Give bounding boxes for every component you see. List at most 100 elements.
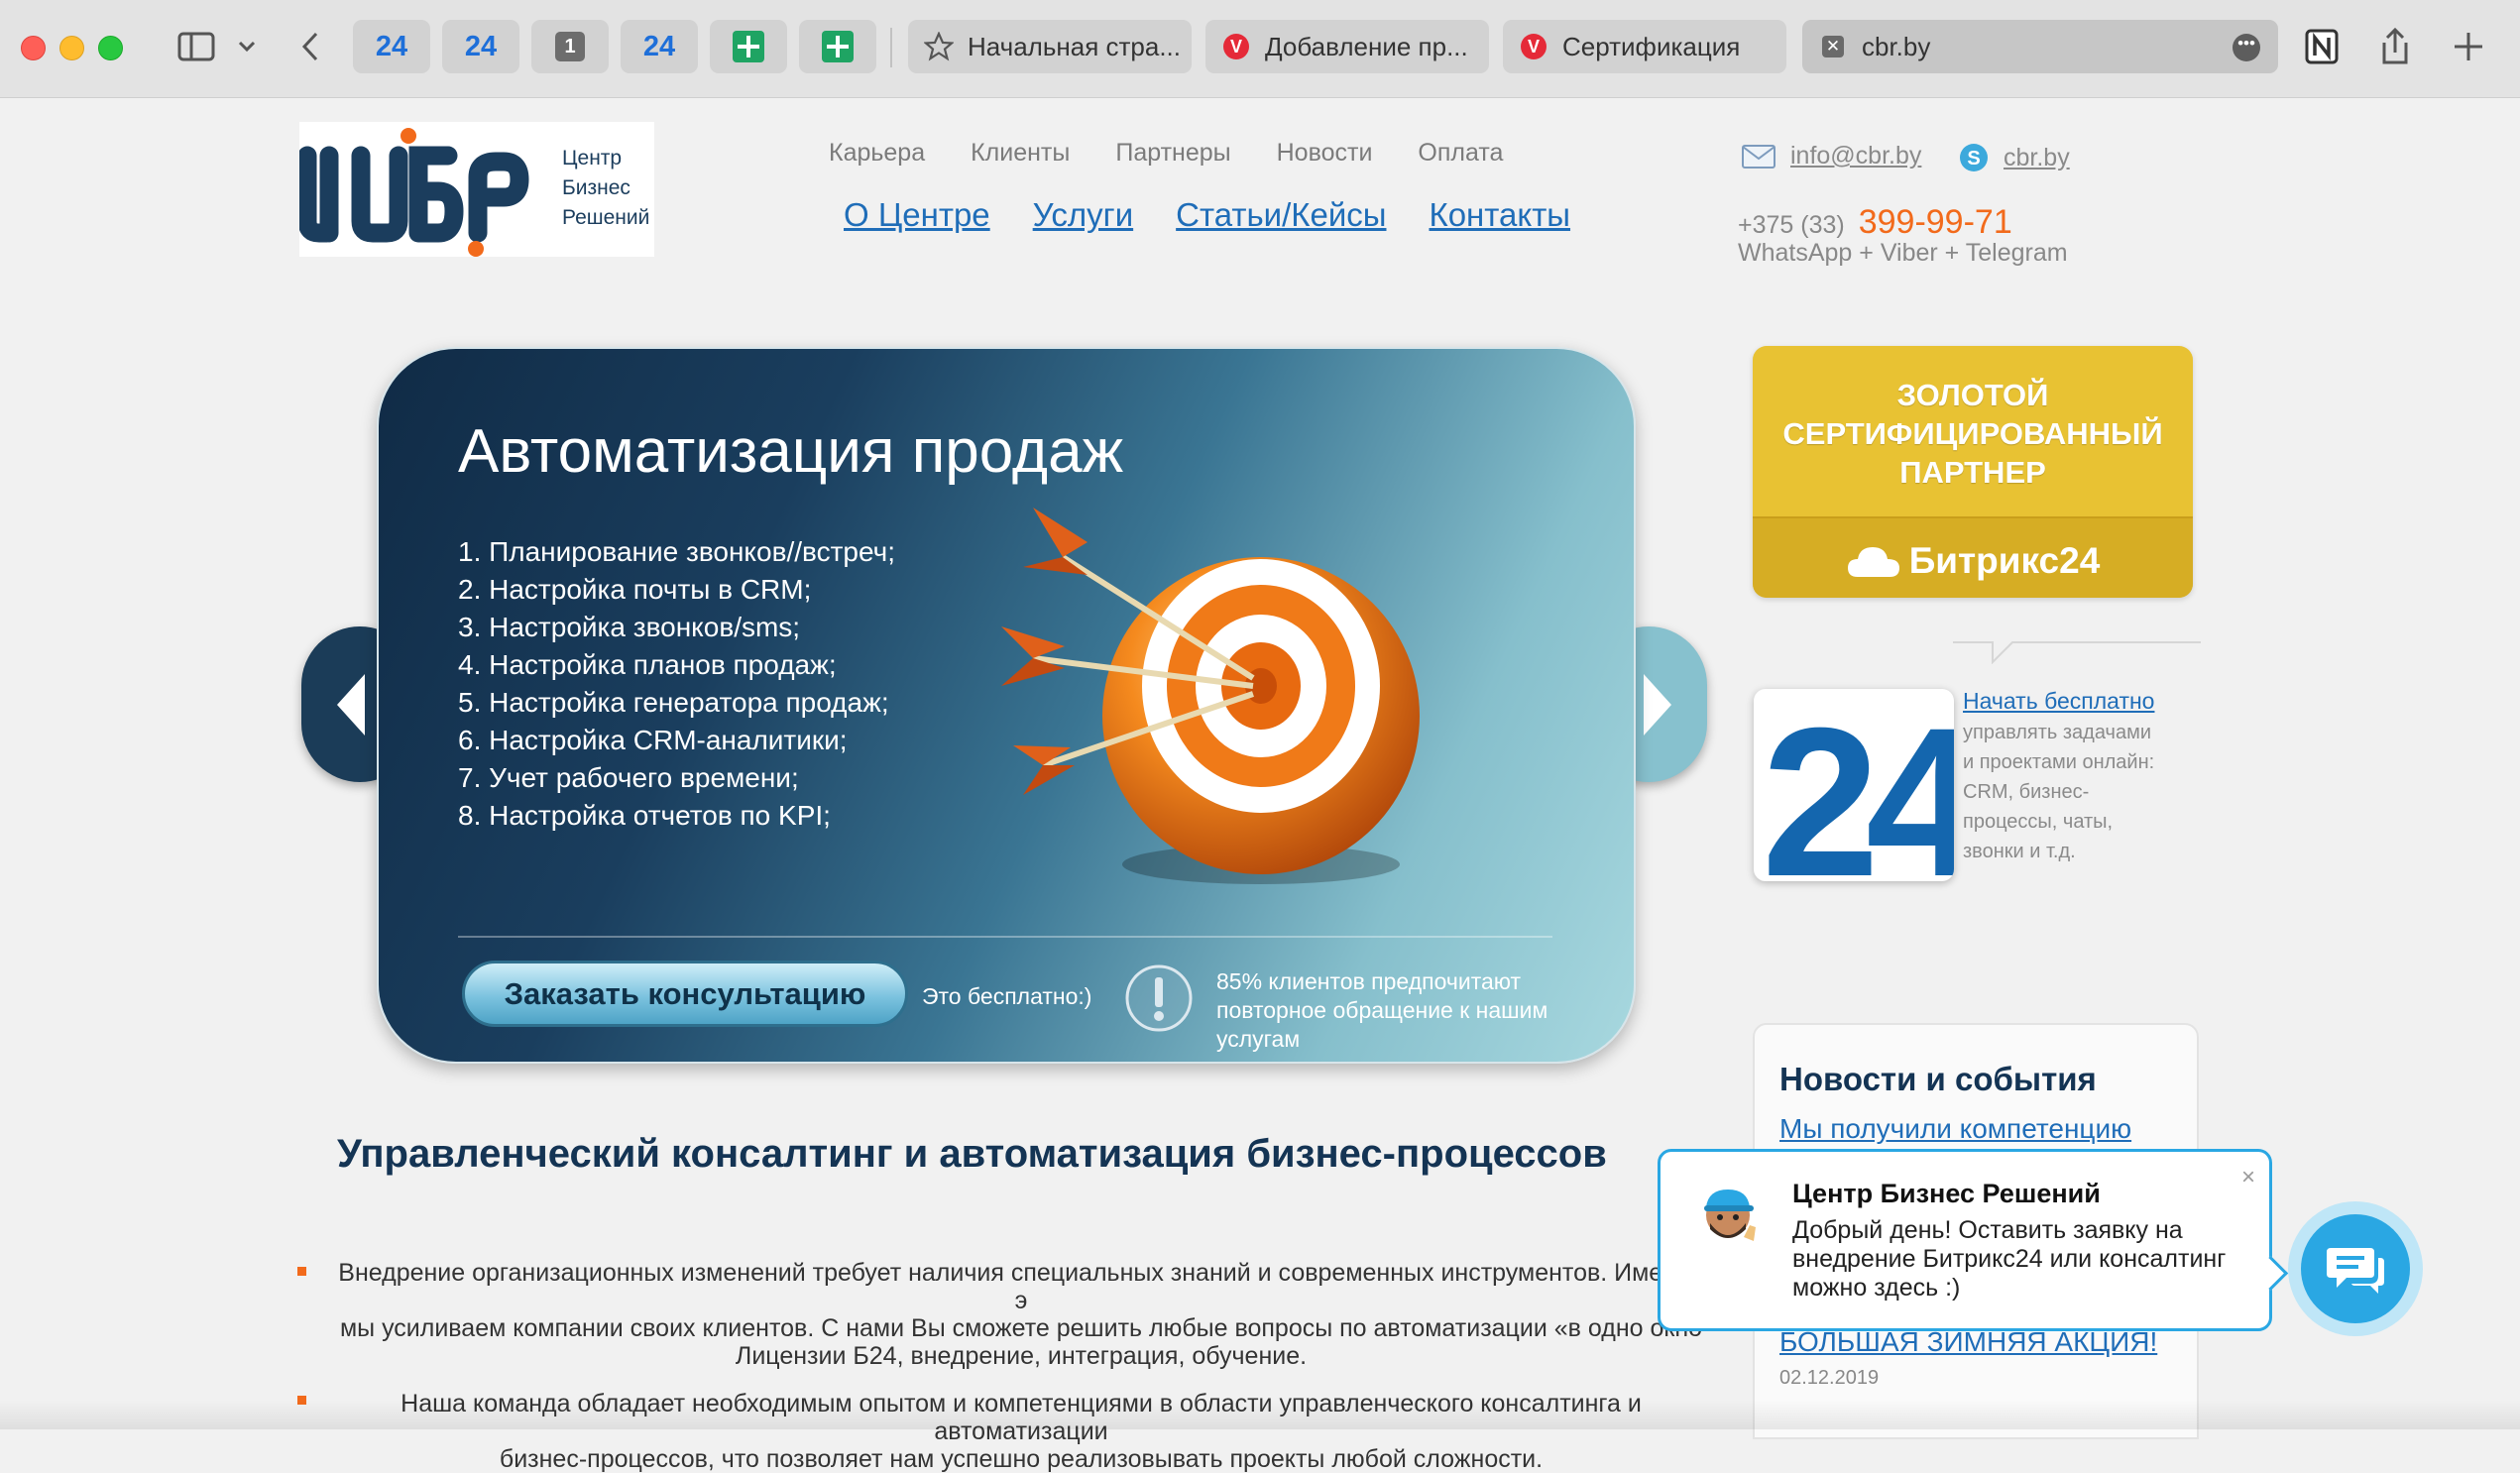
slider-list-item: 2. Настройка почты в CRM; xyxy=(458,574,812,605)
mail-icon xyxy=(1742,144,1775,169)
arrow-right-icon xyxy=(1644,674,1671,736)
start-free-description: управлять задачами и проектами онлайн: C… xyxy=(1963,722,2155,862)
star-icon xyxy=(924,32,954,61)
nav-contacts[interactable]: Контакты xyxy=(1429,196,1570,234)
notion-icon[interactable] xyxy=(2302,22,2342,71)
paragraph: Внедрение организационных изменений треб… xyxy=(337,1259,1705,1370)
arrow-left-icon xyxy=(337,674,365,736)
chat-company-name: Центр Бизнес Решений xyxy=(1792,1179,2101,1208)
svg-text:S: S xyxy=(1967,148,1980,170)
slider-list-item: 8. Настройка отчетов по KPI; xyxy=(458,800,831,831)
skype-link[interactable]: S cbr.by xyxy=(1958,142,2070,173)
skype-icon: S xyxy=(1960,144,1988,171)
partner-line1: ЗОЛОТОЙ xyxy=(1896,378,2049,412)
top-nav: Карьера Клиенты Партнеры Новости Оплата xyxy=(829,139,1503,168)
new-tab-icon[interactable] xyxy=(2449,22,2488,71)
bitrix24-icon: 24 xyxy=(464,30,498,62)
tab-cbr-active[interactable]: ✕ cbr.by ••• xyxy=(1802,20,2278,73)
chevron-down-icon[interactable] xyxy=(234,22,260,71)
slider-list-item: 6. Настройка CRM-аналитики; xyxy=(458,725,848,755)
nav-career[interactable]: Карьера xyxy=(829,139,925,168)
slider-list: 1. Планирование звонков//встреч; 2. Наст… xyxy=(458,533,895,835)
site-logo[interactable]: Центр Бизнес Решений xyxy=(297,122,654,257)
bitrix24-card[interactable]: 24 xyxy=(1754,689,1954,881)
news-link[interactable]: Мы получили компетенцию xyxy=(1779,1113,2131,1145)
pinned-tab-one[interactable]: 1 xyxy=(531,20,609,73)
slider-list-item: 1. Планирование звонков//встреч; xyxy=(458,536,895,567)
gold-partner-badge[interactable]: ЗОЛОТОЙ СЕРТИФИЦИРОВАННЫЙ ПАРТНЕР Битрик… xyxy=(1753,346,2193,598)
news-date: 02.12.2019 xyxy=(1779,1367,1880,1389)
vivaldi-icon: V xyxy=(1221,32,1251,61)
bitrix24-icon: 24 xyxy=(642,30,676,62)
sidebar-icon[interactable] xyxy=(174,22,218,71)
vivaldi-icon: V xyxy=(1519,32,1548,61)
chat-popup[interactable]: Центр Бизнес Решений Добрый день! Остави… xyxy=(1658,1149,2289,1331)
chat-message: Добрый день! Оставить заявку на внедрени… xyxy=(1792,1216,2227,1302)
nav-payment[interactable]: Оплата xyxy=(1418,139,1503,168)
slider-list-item: 7. Учет рабочего времени; xyxy=(458,762,799,793)
zoom-window-button[interactable] xyxy=(98,36,123,60)
nav-partners[interactable]: Партнеры xyxy=(1115,139,1230,168)
paragraph-line: бизнес-процессов, что позволяет нам успе… xyxy=(499,1445,1544,1473)
email-link[interactable]: info@cbr.by xyxy=(1741,142,1921,170)
tab-add-product[interactable]: V Добавление пр... xyxy=(1205,20,1489,73)
chat-popup-tail xyxy=(2252,1255,2289,1292)
nav-about[interactable]: О Центре xyxy=(844,196,990,234)
slider-list-item: 3. Настройка звонков/sms; xyxy=(458,612,801,642)
logo-line2: Бизнес xyxy=(562,176,630,199)
share-icon[interactable] xyxy=(2375,22,2415,71)
chat-open-button[interactable] xyxy=(2288,1201,2423,1336)
nav-clients[interactable]: Клиенты xyxy=(971,139,1070,168)
one-icon: 1 xyxy=(555,32,585,61)
back-icon[interactable] xyxy=(295,22,325,71)
partner-brand-text: Битрикс24 xyxy=(1908,540,2101,581)
tab-certification[interactable]: V Сертификация xyxy=(1503,20,1786,73)
slider-divider xyxy=(458,936,1552,938)
phone-number: 399-99-71 xyxy=(1858,203,2012,241)
phone-block[interactable]: +375 (33) 399-99-71 xyxy=(1738,203,2012,242)
chat-close-icon[interactable]: × xyxy=(2241,1164,2255,1191)
logo-line1: Центр xyxy=(562,147,622,170)
pinned-tab-sheets[interactable] xyxy=(799,20,876,73)
section-heading: Управленческий консалтинг и автоматизаци… xyxy=(337,1132,1607,1176)
nav-articles[interactable]: Статьи/Кейсы xyxy=(1176,196,1386,234)
cbr-logo-icon: Центр Бизнес Решений xyxy=(297,128,649,257)
tab-title: Начальная стра... xyxy=(968,31,1182,61)
bullet-marker xyxy=(297,1267,306,1276)
chat-open-inner xyxy=(2301,1214,2410,1323)
chat-avatar xyxy=(1704,1190,1756,1241)
partner-line3: ПАРТНЕР xyxy=(1899,455,2046,490)
tab-start-page[interactable]: Начальная стра... xyxy=(908,20,1192,73)
pinned-tab-bitrix24[interactable]: 24 xyxy=(353,20,430,73)
speech-pointer xyxy=(1953,641,2201,664)
tab-title: Добавление пр... xyxy=(1265,31,1468,61)
paragraph: Наша команда обладает необходимым опытом… xyxy=(337,1390,1705,1473)
sheets-plus-icon xyxy=(822,31,854,62)
close-window-button[interactable] xyxy=(21,36,46,60)
partner-line2: СЕРТИФИЦИРОВАННЫЙ xyxy=(1782,416,2163,451)
free-note: Это бесплатно:) xyxy=(922,983,1092,1009)
order-consultation-button[interactable]: Заказать консультацию xyxy=(462,961,908,1027)
pinned-tab-sheets[interactable] xyxy=(710,20,787,73)
main-nav: О Центре Услуги Статьи/Кейсы Контакты xyxy=(844,196,1570,234)
start-free-link[interactable]: Начать бесплатно xyxy=(1963,688,2154,715)
pinned-tab-bitrix24[interactable]: 24 xyxy=(621,20,698,73)
nav-news[interactable]: Новости xyxy=(1277,139,1373,168)
sheets-plus-icon xyxy=(733,31,764,62)
logo-line3: Решений xyxy=(562,206,649,229)
pinned-tab-bitrix24[interactable]: 24 xyxy=(442,20,519,73)
stat-text: 85% клиентов предпочитают повторное обра… xyxy=(1216,968,1548,1052)
partner-text: ЗОЛОТОЙ СЕРТИФИЦИРОВАННЫЙ ПАРТНЕР xyxy=(1753,376,2193,492)
minimize-window-button[interactable] xyxy=(59,36,84,60)
close-tab-icon[interactable]: ✕ xyxy=(1818,32,1848,61)
promo-slider: Автоматизация продаж 1. Планирование зво… xyxy=(377,347,1636,1064)
paragraph-line: Наша команда обладает необходимым опытом… xyxy=(401,1390,1642,1445)
email-text: info@cbr.by xyxy=(1790,142,1922,170)
nav-services[interactable]: Услуги xyxy=(1033,196,1133,234)
tab-divider xyxy=(890,28,892,67)
slider-list-item: 5. Настройка генератора продаж; xyxy=(458,687,889,718)
more-icon[interactable]: ••• xyxy=(2233,34,2260,61)
exclamation-icon xyxy=(1125,964,1193,1032)
paragraph-line: Внедрение организационных изменений треб… xyxy=(338,1259,1704,1314)
news-title: Новости и события xyxy=(1779,1061,2097,1097)
